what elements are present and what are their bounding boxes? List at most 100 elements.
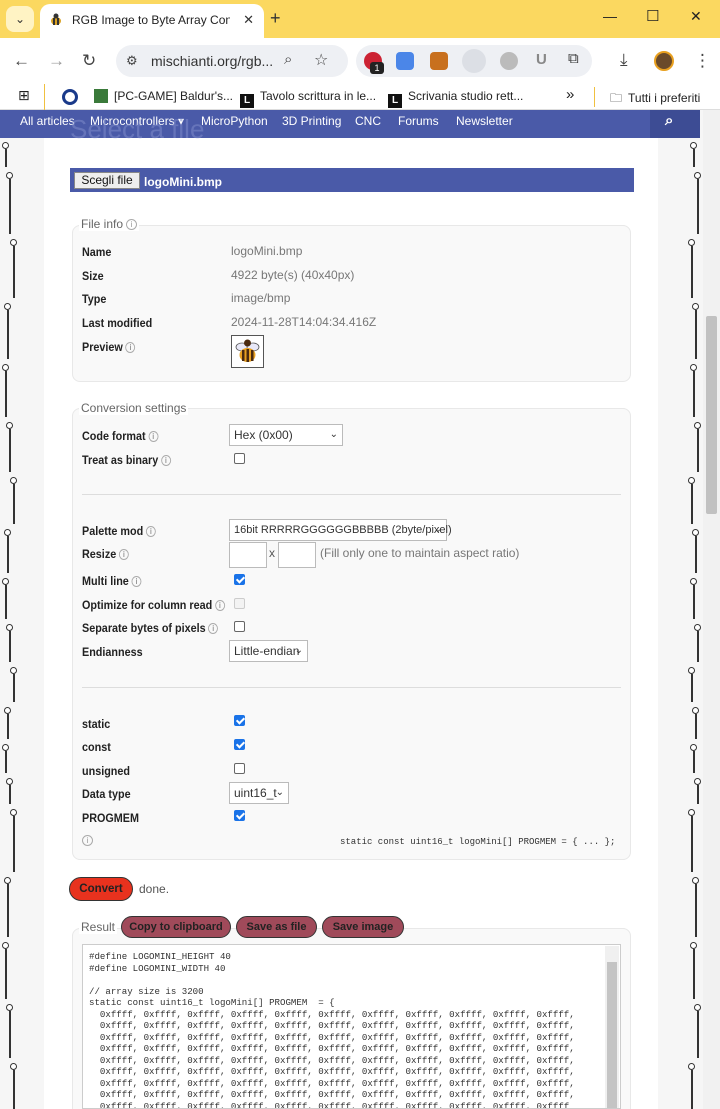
- close-window-icon[interactable]: ✕: [690, 8, 702, 25]
- apps-grid-icon[interactable]: ⊞: [18, 87, 30, 104]
- bookmark-item[interactable]: [PC-GAME] Baldur's...: [94, 89, 233, 103]
- maximize-icon[interactable]: ☐: [646, 7, 659, 25]
- menu-kebab-icon[interactable]: ⋮: [694, 51, 711, 71]
- resize-width-input[interactable]: [229, 542, 267, 568]
- info-icon[interactable]: i: [214, 600, 225, 611]
- multi-line-checkbox[interactable]: [234, 574, 245, 585]
- extension-icon[interactable]: U: [536, 51, 547, 68]
- new-tab-icon[interactable]: +: [270, 8, 281, 29]
- unsigned-checkbox[interactable]: [234, 763, 245, 774]
- trace-line: [5, 751, 7, 773]
- divider: [82, 687, 621, 688]
- bookmark-item[interactable]: L Scrivania studio rett...: [388, 89, 523, 108]
- chevron-down-icon: ⌄: [14, 12, 26, 26]
- trace-line: [697, 785, 699, 804]
- trace-node: [10, 1063, 17, 1070]
- nav-3d-printing[interactable]: 3D Printing: [282, 114, 341, 128]
- info-icon[interactable]: i: [126, 219, 138, 230]
- convert-status: done.: [139, 882, 170, 896]
- result-code-textarea[interactable]: #define LOGOMINI_HEIGHT 40 #define LOGOM…: [82, 944, 621, 1109]
- avatar[interactable]: [654, 51, 674, 71]
- copy-to-clipboard-button[interactable]: Copy to clipboard: [121, 916, 231, 938]
- bee-favicon-icon: [51, 13, 61, 25]
- more-bookmarks[interactable]: »: [566, 86, 574, 103]
- toolbar: ← → ↻ ⚙ mischianti.org/rgb... ⌕ ☆ 1 U ⧉ …: [0, 38, 720, 84]
- reload-icon[interactable]: ↻: [82, 51, 96, 71]
- trace-node: [690, 578, 697, 585]
- info-icon[interactable]: i: [160, 455, 171, 466]
- trace-node: [692, 707, 699, 714]
- extension-icon[interactable]: [430, 52, 448, 70]
- treat-binary-checkbox[interactable]: [234, 453, 245, 464]
- circuit-decoration-left: [0, 138, 20, 1109]
- puzzle-icon[interactable]: ⧉: [568, 50, 579, 67]
- info-icon[interactable]: i: [208, 623, 219, 634]
- code-format-label: Code format i: [82, 429, 159, 443]
- bookmark-star-icon[interactable]: ☆: [314, 50, 328, 70]
- name-value: logoMini.bmp: [231, 244, 303, 258]
- circuit-decoration-right: [684, 138, 702, 1109]
- translate-icon[interactable]: [396, 52, 414, 70]
- nav-micropython[interactable]: MicroPython: [201, 114, 268, 128]
- file-info-panel: [72, 225, 631, 382]
- static-checkbox[interactable]: [234, 715, 245, 726]
- data-type-select[interactable]: uint16_t ⌄: [229, 782, 289, 804]
- info-icon[interactable]: i: [82, 835, 93, 846]
- page-scrollbar[interactable]: [703, 110, 720, 1109]
- search-icon[interactable]: ⌕: [665, 112, 673, 129]
- trace-node: [4, 707, 11, 714]
- trace-node: [694, 1004, 701, 1011]
- forward-icon[interactable]: →: [48, 51, 65, 71]
- optimize-checkbox[interactable]: [234, 598, 245, 609]
- result-legend: Result: [79, 920, 118, 934]
- trace-node: [690, 942, 697, 949]
- code-scrollbar-thumb[interactable]: [607, 962, 617, 1108]
- site-settings-icon[interactable]: ⚙: [126, 53, 138, 69]
- nav-newsletter[interactable]: Newsletter: [456, 114, 513, 128]
- convert-button[interactable]: Convert: [69, 877, 133, 901]
- trace-line: [697, 631, 699, 662]
- nav-cnc[interactable]: CNC: [355, 114, 381, 128]
- info-icon[interactable]: i: [145, 526, 156, 537]
- const-checkbox[interactable]: [234, 739, 245, 750]
- separate-bytes-checkbox[interactable]: [234, 621, 245, 632]
- trace-node: [2, 942, 9, 949]
- multi-line-label: Multi line i: [82, 574, 142, 588]
- minimize-icon[interactable]: —: [603, 8, 617, 24]
- trace-node: [688, 667, 695, 674]
- nav-all-articles[interactable]: All articles: [20, 114, 75, 128]
- endianness-select[interactable]: Little-endian ⌄: [229, 640, 308, 662]
- type-value: image/bmp: [231, 291, 291, 305]
- trace-node: [6, 624, 13, 631]
- info-icon[interactable]: i: [125, 342, 136, 353]
- trace-node: [10, 667, 17, 674]
- resize-x: x: [269, 546, 275, 560]
- tab-search-button[interactable]: ⌄: [6, 6, 34, 32]
- extension-icon[interactable]: [462, 49, 486, 73]
- bookmark-icon[interactable]: [62, 89, 78, 105]
- progmem-checkbox[interactable]: [234, 810, 245, 821]
- palette-select[interactable]: 16bit RRRRRGGGGGGBBBBB (2byte/pixel) ⌄: [229, 519, 452, 541]
- browser-tab[interactable]: RGB Image to Byte Array Conve ✕: [40, 4, 264, 38]
- optimize-label: Optimize for column read i: [82, 598, 225, 612]
- save-as-file-button[interactable]: Save as file: [236, 916, 317, 938]
- bookmark-item[interactable]: L Tavolo scrittura in le...: [240, 89, 376, 108]
- choose-file-button[interactable]: Scegli file: [74, 172, 140, 189]
- nav-forums[interactable]: Forums: [398, 114, 439, 128]
- page-scrollbar-thumb[interactable]: [706, 316, 717, 514]
- close-tab-icon[interactable]: ✕: [243, 12, 254, 28]
- all-bookmarks[interactable]: 🗀 Tutti i preferiti: [610, 89, 700, 110]
- trace-line: [691, 484, 693, 524]
- adblock-icon[interactable]: [500, 52, 518, 70]
- zoom-icon[interactable]: ⌕: [284, 51, 292, 68]
- save-image-button[interactable]: Save image: [322, 916, 404, 938]
- code-format-select[interactable]: Hex (0x00) ⌄: [229, 424, 343, 446]
- info-icon[interactable]: i: [131, 576, 142, 587]
- download-icon[interactable]: ⤓: [620, 50, 628, 70]
- address-bar[interactable]: ⚙ mischianti.org/rgb... ⌕ ☆: [116, 45, 348, 77]
- info-icon[interactable]: i: [118, 549, 129, 560]
- info-icon[interactable]: i: [148, 431, 159, 442]
- trace-line: [9, 1011, 11, 1058]
- resize-height-input[interactable]: [278, 542, 316, 568]
- back-icon[interactable]: ←: [13, 51, 30, 71]
